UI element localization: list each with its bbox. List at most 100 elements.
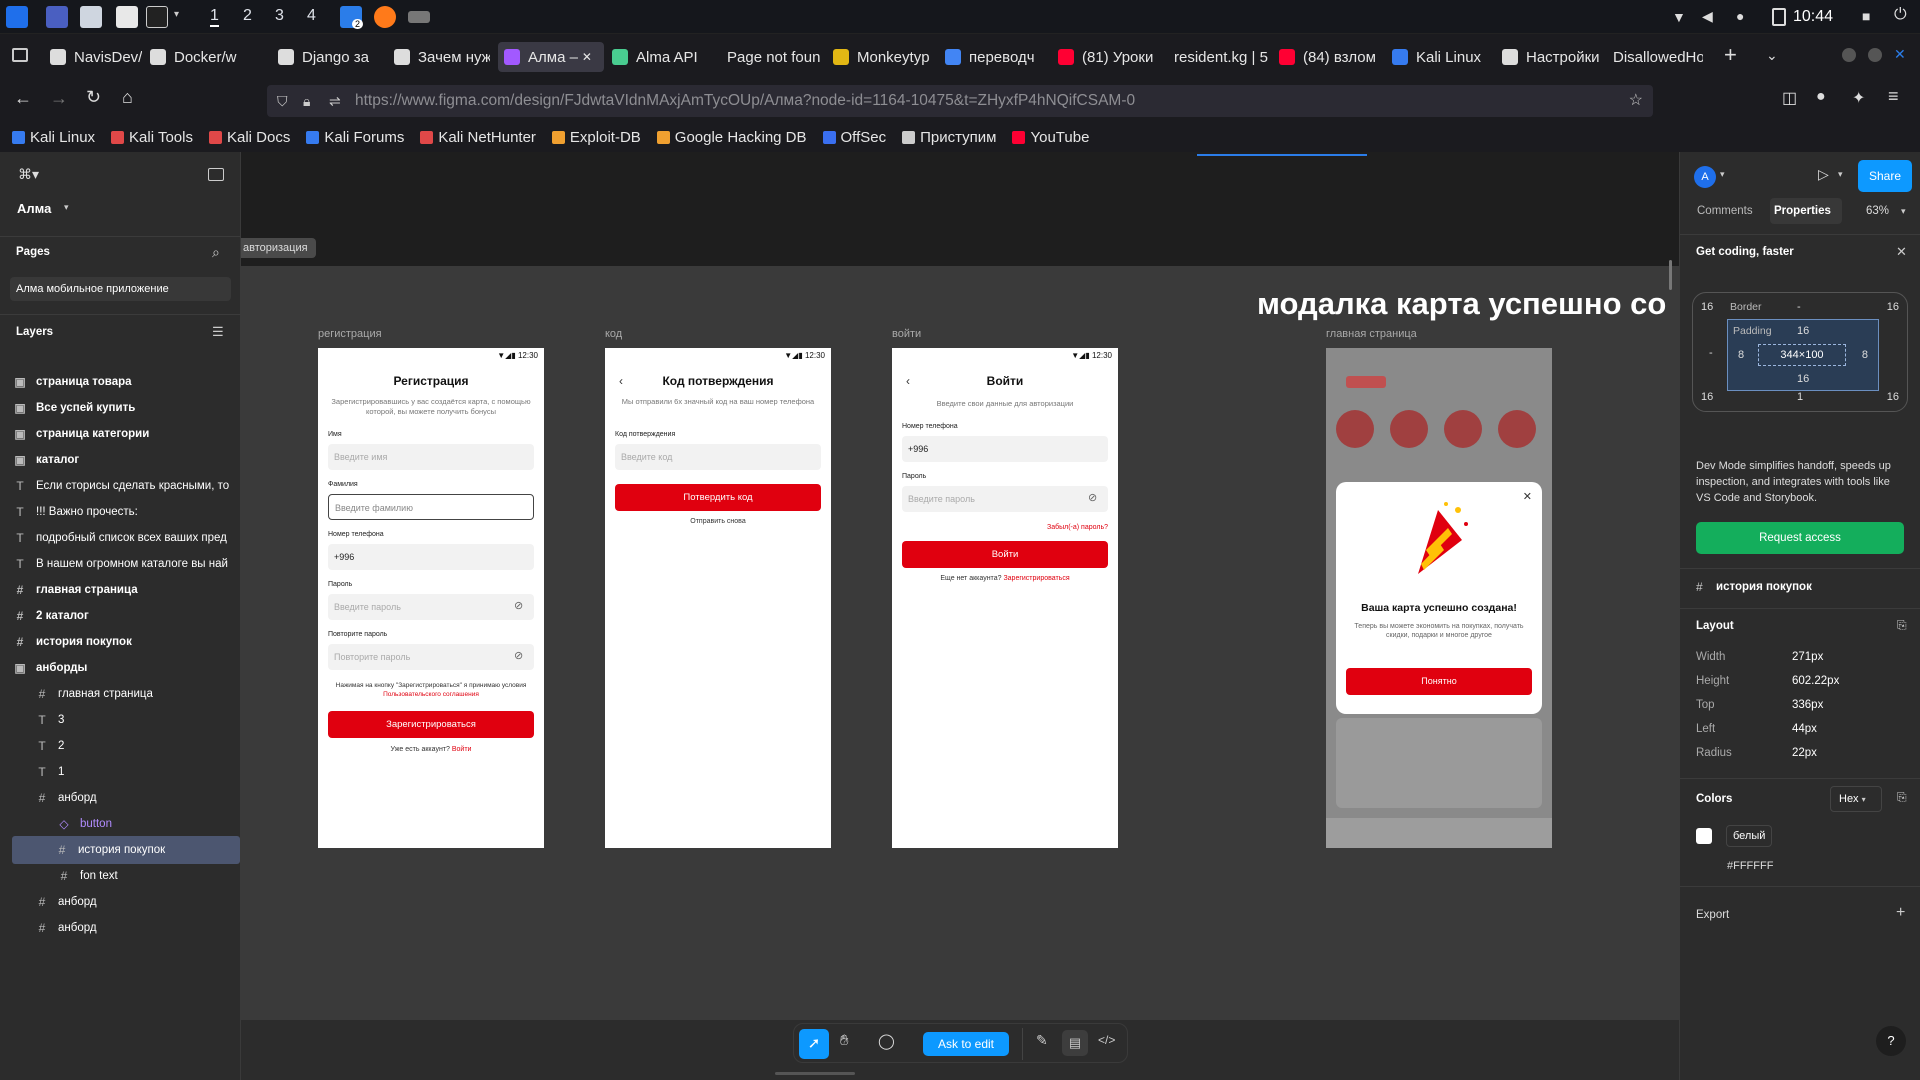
canvas-scrollbar[interactable] [1669,260,1672,290]
browser-tab[interactable]: Page not foun [727,42,823,72]
home-icon[interactable]: ⌂ [122,87,133,108]
surname-field[interactable]: Введите фамилию [328,494,534,520]
help-button[interactable]: ? [1876,1026,1906,1056]
volume-icon[interactable]: ◀ [1702,8,1713,25]
login-frame[interactable]: ▼◢▮ 12:30 ‹ Войти Введите свои данные дл… [892,348,1118,848]
close-tab-icon[interactable]: ✕ [582,50,592,64]
bookmark-item[interactable]: Kali NetHunter [420,129,536,146]
file-manager-icon[interactable] [80,6,102,28]
eye-off-icon[interactable]: ⊘ [1088,491,1097,504]
layer-item[interactable]: # анборд [14,914,240,942]
browser-tab[interactable]: Docker/w [150,42,268,72]
chevron-down-icon[interactable]: ▾ [1901,206,1906,217]
password-repeat-field[interactable]: Повторите пароль [328,644,534,670]
ask-to-edit-button[interactable]: Ask to edit [923,1032,1009,1056]
bookmark-item[interactable]: Google Hacking DB [656,129,807,146]
bookmark-item[interactable]: Kali Docs [208,129,290,146]
new-tab-icon[interactable]: + [1724,42,1737,68]
browser-tab[interactable]: NavisDev/ [50,42,142,72]
eye-off-icon[interactable]: ⊘ [514,649,523,662]
login-phone-field[interactable]: +996 [902,436,1108,462]
monitor-icon[interactable] [408,11,430,23]
section-label[interactable]: авторизация [241,238,316,258]
layer-item[interactable]: T Если сторисы сделать красными, то [14,472,240,500]
desktop-icon[interactable] [46,6,68,28]
collapse-layers-icon[interactable]: ☰ [212,324,224,340]
add-export-icon[interactable]: + [1896,904,1905,922]
layer-item[interactable]: # история покупок [12,836,240,864]
browser-tab[interactable]: переводч [945,42,1051,72]
workspace-3[interactable]: 3 [275,7,284,25]
code-field[interactable]: Введите код [615,444,821,470]
layer-item[interactable]: # история покупок [14,628,240,656]
chevron-down-icon[interactable]: ▾ [1720,169,1725,180]
browser-tab[interactable]: Kali Linux [1392,42,1492,72]
present-icon[interactable]: ▷ [1818,166,1829,183]
layer-item[interactable]: T2 [14,732,240,760]
browser-tab[interactable]: Monkeytyp [833,42,937,72]
page-item[interactable]: Алма мобильное приложение [10,277,231,301]
zoom-level[interactable]: 63% [1866,205,1889,217]
close-window-icon[interactable]: ✕ [1894,46,1906,63]
share-button[interactable]: Share [1858,160,1912,192]
kali-menu-icon[interactable] [6,6,28,28]
browser-tab[interactable]: Настройки [1502,42,1606,72]
chevron-down-icon[interactable]: ▾ [1838,169,1843,180]
extensions-icon[interactable]: ✦ [1852,88,1865,108]
layer-item[interactable]: #2 каталог [14,602,240,630]
layer-item[interactable]: ▣ анборды [14,654,240,682]
layout-prop-value[interactable]: 22px [1792,747,1817,759]
workspace-1[interactable]: 1 [210,7,219,27]
layer-item[interactable]: ▣ страница товара [14,368,240,396]
pocket-icon[interactable]: ◫ [1782,88,1797,108]
terminal-icon[interactable] [146,6,168,28]
color-format-select[interactable]: Hex ▾ [1830,786,1882,812]
browser-tab[interactable]: (84) взлом [1279,42,1385,72]
login-button[interactable]: Войти [902,541,1108,568]
forward-icon[interactable]: → [50,88,68,109]
search-icon[interactable]: ⌕ [212,244,220,261]
bookmark-item[interactable]: Kali Linux [12,129,95,146]
confirm-code-button[interactable]: Потвердить код [615,484,821,511]
menu-icon[interactable]: ≡ [1888,86,1899,107]
browser-tab[interactable]: Алма – ✕ [498,42,604,72]
layer-item[interactable]: # анборд [14,784,240,812]
eye-off-icon[interactable]: ⊘ [514,599,523,612]
home-frame[interactable]: ✕ Ваша карта успешно создана! Теперь вы … [1326,348,1552,848]
color-swatch[interactable] [1696,828,1712,844]
lock-icon[interactable]: 🔒︎ [303,85,310,117]
bookmark-item[interactable]: Приступим [902,129,996,146]
url-text[interactable]: https://www.figma.com/design/FJdwtaVIdnM… [355,92,1135,109]
inspect-icon[interactable]: ▤ [1062,1030,1088,1056]
request-access-button[interactable]: Request access [1696,522,1904,554]
clock[interactable]: 10:44 [1793,8,1833,26]
move-tool-icon[interactable]: ➚ [799,1029,829,1059]
name-field[interactable]: Введите имя [328,444,534,470]
register-link[interactable]: Зарегистрироваться [1003,575,1069,582]
account-icon[interactable]: ● [1816,88,1826,106]
layout-prop-value[interactable]: 602.22px [1792,675,1839,687]
lock-icon[interactable]: ■ [1862,8,1870,24]
layout-prop-value[interactable]: 336px [1792,699,1823,711]
browser-tab[interactable]: Alma API [612,42,716,72]
registration-frame[interactable]: ▼◢▮ 12:30 Регистрация Зарегистрировавшис… [318,348,544,848]
layer-item[interactable]: # анборд [14,888,240,916]
browser-tab[interactable]: resident.kg | 5 [1174,42,1270,72]
layout-prop-value[interactable]: 44px [1792,723,1817,735]
copy-icon[interactable]: ⎘ [1897,790,1907,805]
back-icon[interactable]: ← [14,88,32,109]
tab-properties[interactable]: Properties [1774,205,1831,217]
shield-icon[interactable]: ⛉ [277,85,288,117]
tab-comments[interactable]: Comments [1697,205,1753,217]
layer-item[interactable]: ◇ button [14,810,240,838]
layer-item[interactable]: ▣ каталог [14,446,240,474]
layer-item[interactable]: ▣ Все успей купить [14,394,240,422]
minimize-icon[interactable] [1842,48,1856,62]
chevron-down-icon[interactable]: ▾ [174,9,179,20]
power-icon[interactable]: ⏻ [1894,6,1907,24]
layer-item[interactable]: T В нашем огромном каталоге вы най [14,550,240,578]
layer-item[interactable]: Tподробный список всех ваших пред [14,524,240,552]
figma-canvas[interactable]: авторизация модалка карта успешно со рег… [241,152,1679,1020]
register-button[interactable]: Зарегистрироваться [328,711,534,738]
layer-item[interactable]: # fon text [14,862,240,890]
